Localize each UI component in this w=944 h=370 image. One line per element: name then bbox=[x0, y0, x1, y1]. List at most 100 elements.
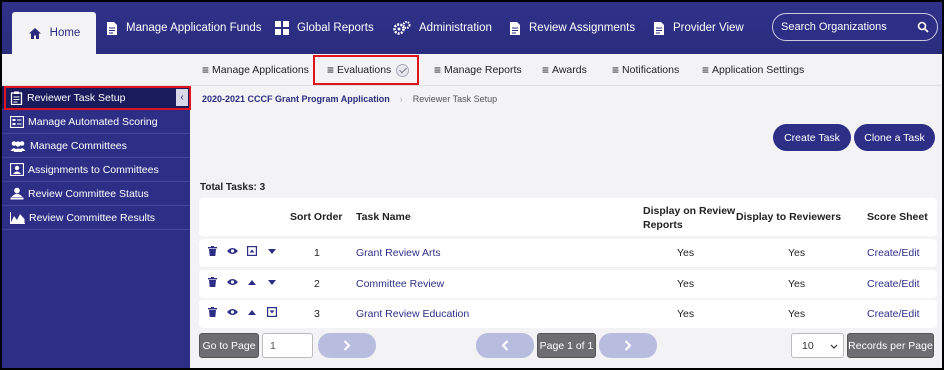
delete-icon[interactable] bbox=[205, 275, 219, 289]
tab-provider-view[interactable]: Provider View bbox=[653, 2, 744, 54]
tab-global-reports[interactable]: Global Reports bbox=[275, 2, 374, 54]
view-icon[interactable] bbox=[225, 305, 239, 319]
search-organizations[interactable] bbox=[772, 13, 938, 41]
table-row: 2 Committee Review Yes Yes Create/Edit bbox=[199, 270, 937, 298]
move-top-icon[interactable] bbox=[245, 244, 259, 258]
committee-status-icon bbox=[10, 187, 24, 200]
page-indicator: Page 1 of 1 bbox=[537, 333, 596, 358]
header-task-name[interactable]: Task Name bbox=[356, 211, 411, 223]
menu-icon: ≡ bbox=[542, 63, 550, 77]
users-icon bbox=[10, 140, 26, 152]
tab-manage-application-funds-label: Manage Application Funds bbox=[126, 22, 262, 34]
chevron-left-icon bbox=[501, 340, 509, 351]
menu-icon: ≡ bbox=[702, 63, 710, 77]
subnav-evaluations-label: Evaluations bbox=[337, 64, 392, 76]
subnav-application-settings-label: Application Settings bbox=[712, 64, 805, 76]
subnav-awards-label: Awards bbox=[552, 64, 587, 76]
sidebar-item-manage-committees[interactable]: Manage Committees bbox=[2, 134, 190, 158]
display-to-reviewers: Yes bbox=[788, 308, 806, 320]
header-display-on-review-reports[interactable]: Display on Review Reports bbox=[643, 205, 735, 231]
tab-provider-view-label: Provider View bbox=[673, 22, 744, 34]
app-window: Home Manage Application Funds Global Rep… bbox=[0, 0, 944, 370]
sort-order: 1 bbox=[314, 247, 320, 259]
reviewer-task-setup-highlight bbox=[4, 86, 191, 110]
header-display-on-review-line2: Reports bbox=[643, 219, 683, 231]
subnav-manage-applications-label: Manage Applications bbox=[212, 64, 309, 76]
sidebar-item-label: Assignments to Committees bbox=[28, 163, 159, 176]
move-down-icon[interactable] bbox=[265, 244, 279, 258]
delete-icon[interactable] bbox=[205, 305, 219, 319]
score-sheet-link[interactable]: Create/Edit bbox=[867, 270, 920, 298]
create-task-button[interactable]: Create Task bbox=[773, 124, 851, 151]
sidebar-item-label: Manage Committees bbox=[30, 139, 127, 152]
breadcrumb: 2020-2021 CCCF Grant Program Application… bbox=[190, 87, 942, 111]
go-next-button[interactable] bbox=[318, 333, 376, 358]
menu-icon: ≡ bbox=[612, 63, 620, 77]
subnav-awards[interactable]: ≡ Awards bbox=[542, 54, 587, 86]
view-icon[interactable] bbox=[225, 244, 239, 258]
previous-page-button[interactable] bbox=[476, 333, 534, 358]
header-display-to-reviewers[interactable]: Display to Reviewers bbox=[736, 211, 841, 223]
subnav-application-settings[interactable]: ≡ Application Settings bbox=[702, 54, 804, 86]
area-chart-icon bbox=[10, 211, 25, 224]
page-number-input[interactable] bbox=[262, 333, 313, 358]
table-row: 1 Grant Review Arts Yes Yes Create/Edit bbox=[199, 239, 937, 267]
view-icon[interactable] bbox=[225, 275, 239, 289]
table-header: Sort Order Task Name Display on Review R… bbox=[199, 198, 937, 236]
tab-global-reports-label: Global Reports bbox=[297, 22, 374, 34]
delete-icon[interactable] bbox=[205, 244, 219, 258]
tab-manage-application-funds[interactable]: Manage Application Funds bbox=[106, 2, 262, 54]
tab-review-assignments[interactable]: Review Assignments bbox=[509, 2, 635, 54]
scoring-card-icon bbox=[10, 115, 24, 128]
menu-icon: ≡ bbox=[202, 63, 210, 77]
subnav-manage-reports[interactable]: ≡ Manage Reports bbox=[434, 54, 522, 86]
sidebar-item-review-committee-status[interactable]: Review Committee Status bbox=[2, 182, 190, 206]
breadcrumb-current: Reviewer Task Setup bbox=[412, 94, 498, 104]
move-down-icon[interactable] bbox=[265, 275, 279, 289]
next-page-button[interactable] bbox=[599, 333, 657, 358]
task-name-link[interactable]: Committee Review bbox=[356, 270, 444, 298]
row-actions bbox=[205, 275, 285, 289]
row-actions bbox=[205, 305, 285, 319]
display-on-review-reports: Yes bbox=[677, 278, 695, 290]
chevron-down-icon bbox=[830, 344, 838, 349]
sidebar-item-manage-automated-scoring[interactable]: Manage Automated Scoring bbox=[2, 110, 190, 134]
search-icon[interactable] bbox=[917, 21, 929, 33]
document-icon bbox=[654, 21, 664, 35]
score-sheet-link[interactable]: Create/Edit bbox=[867, 300, 920, 328]
menu-icon: ≡ bbox=[327, 63, 335, 77]
check-circle-icon bbox=[396, 63, 410, 77]
sidebar-item-review-committee-results[interactable]: Review Committee Results bbox=[2, 206, 190, 230]
sidebar-item-assignments-to-committees[interactable]: Assignments to Committees bbox=[2, 158, 190, 182]
move-up-icon[interactable] bbox=[245, 305, 259, 319]
subnav-notifications-label: Notifications bbox=[622, 64, 680, 76]
task-name-link[interactable]: Grant Review Arts bbox=[356, 239, 441, 267]
document-icon bbox=[107, 21, 117, 35]
score-sheet-link[interactable]: Create/Edit bbox=[867, 239, 920, 267]
breadcrumb-parent[interactable]: 2020-2021 CCCF Grant Program Application bbox=[202, 94, 390, 104]
subnav-manage-applications[interactable]: ≡ Manage Applications bbox=[202, 54, 309, 86]
chevron-right-icon bbox=[624, 340, 632, 351]
gears-icon bbox=[393, 20, 411, 35]
tab-home[interactable]: Home bbox=[12, 12, 96, 54]
header-score-sheet[interactable]: Score Sheet bbox=[867, 211, 928, 223]
assignment-icon bbox=[10, 163, 24, 176]
move-up-icon[interactable] bbox=[245, 275, 259, 289]
display-on-review-reports: Yes bbox=[677, 308, 695, 320]
go-to-page-button[interactable]: Go to Page bbox=[199, 333, 259, 358]
pagination: Go to Page Page 1 of 1 10 Records per Pa… bbox=[199, 331, 937, 361]
records-per-page-button[interactable]: Records per Page bbox=[847, 333, 934, 358]
subnav-evaluations[interactable]: ≡ Evaluations bbox=[327, 54, 410, 86]
tab-administration[interactable]: Administration bbox=[393, 2, 492, 54]
header-sort-order[interactable]: Sort Order bbox=[290, 211, 343, 223]
records-per-page-select[interactable]: 10 bbox=[791, 333, 844, 358]
chevron-right-icon bbox=[343, 340, 351, 351]
menu-icon: ≡ bbox=[434, 63, 442, 77]
task-name-link[interactable]: Grant Review Education bbox=[356, 300, 469, 328]
sort-order: 2 bbox=[314, 278, 320, 290]
move-bottom-icon[interactable] bbox=[265, 305, 279, 319]
sidebar-item-label: Manage Automated Scoring bbox=[28, 115, 158, 128]
search-input[interactable] bbox=[781, 21, 919, 33]
clone-task-button[interactable]: Clone a Task bbox=[854, 124, 935, 151]
subnav-notifications[interactable]: ≡ Notifications bbox=[612, 54, 679, 86]
